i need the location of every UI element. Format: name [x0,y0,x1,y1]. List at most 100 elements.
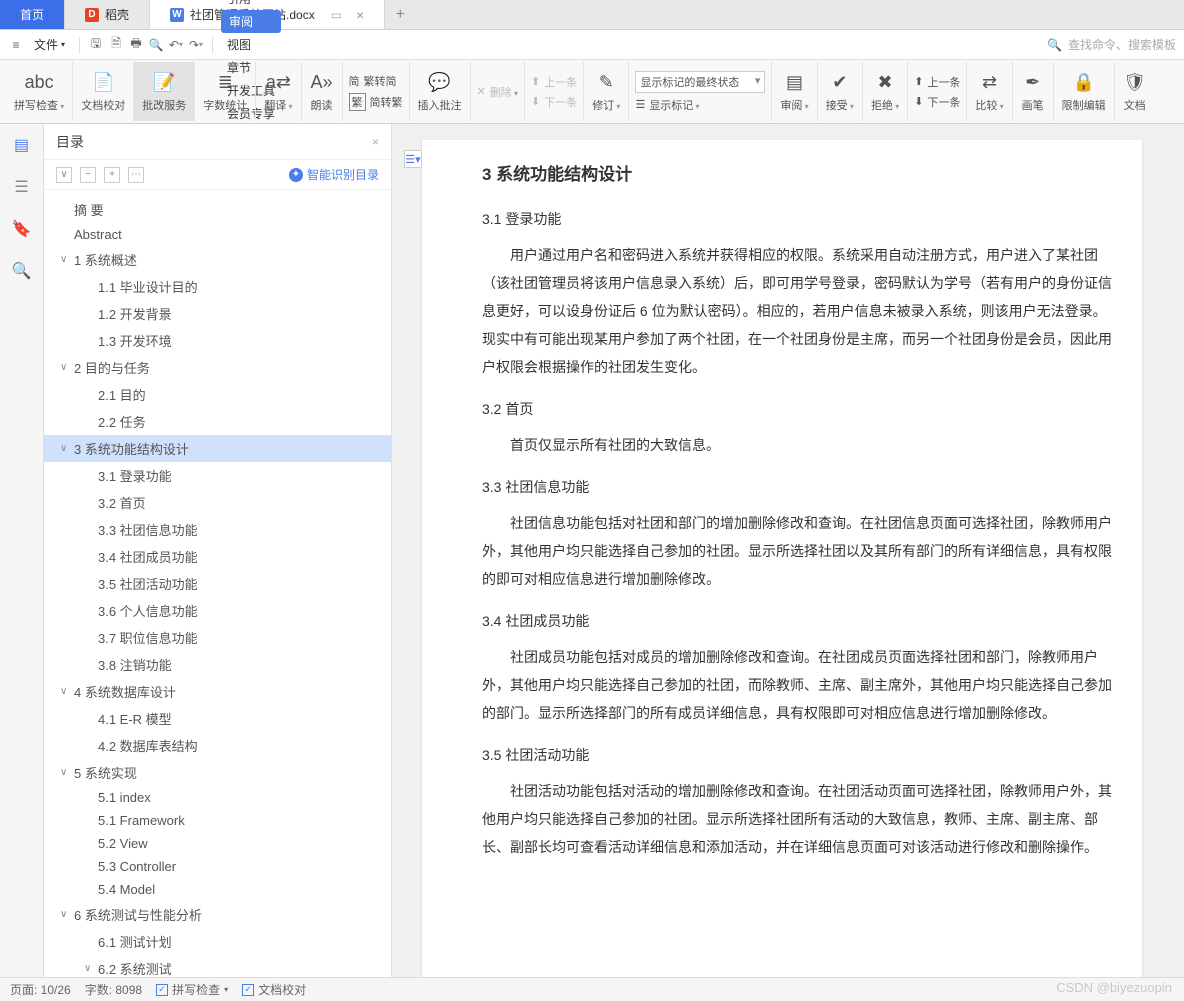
toc-close-icon[interactable]: × [372,135,379,149]
toc-item[interactable]: 3.1 登录功能 [44,462,391,489]
expand-all-icon[interactable]: − [80,167,96,183]
proof-icon: 📄 [91,71,115,95]
toc-item[interactable]: 6.1 测试计划 [44,928,391,955]
toc-item[interactable]: 4.2 数据库表结构 [44,732,391,759]
saveas-icon[interactable]: 🗎 [108,37,124,53]
toc-item[interactable]: 5.2 View [44,832,391,855]
menu-file[interactable]: 文件 ▾ [28,33,71,56]
menu-审阅[interactable]: 审阅 [221,10,281,33]
preview-icon[interactable]: 🔍 [148,37,164,53]
toc-item[interactable]: Abstract [44,223,391,246]
rb-show-marks[interactable]: ☰显示标记 [635,97,765,113]
toc-item[interactable]: 1.2 开发背景 [44,300,391,327]
toc-item[interactable]: 5.3 Controller [44,855,391,878]
rb-correction[interactable]: 📝批改服务 [134,62,195,121]
rb-reviewpane[interactable]: ▤审阅 [772,62,817,121]
redo-icon[interactable]: ↷ [188,37,204,53]
rb-track-state[interactable]: 显示标记的最终状态 [635,71,765,93]
search-icon[interactable]: 🔍 [1047,38,1062,52]
rb-fanjian-bot[interactable]: 繁简转繁 [349,93,403,111]
toc-item[interactable]: 3.6 个人信息功能 [44,597,391,624]
new-tab-button[interactable]: + [385,0,415,29]
toc-item[interactable]: 3.5 社团活动功能 [44,570,391,597]
toc-item[interactable]: 5.4 Model [44,878,391,901]
rb-revise[interactable]: ✎修订 [584,62,629,121]
rb-wordcount[interactable]: ≣字数统计 [195,62,256,121]
toc-item[interactable]: ∨6 系统测试与性能分析 [44,901,391,928]
chevron-down-icon: ∨ [60,767,74,778]
rb-translate[interactable]: a⇄翻译 [256,62,301,121]
toc-item[interactable]: 3.2 首页 [44,489,391,516]
undo-icon[interactable]: ↶ [168,37,184,53]
lock-icon: 🔒 [1072,71,1096,95]
rb-restrict[interactable]: 🔒限制编辑 [1054,62,1115,121]
rb-next2[interactable]: ⬇下一条 [914,94,960,110]
rb-docauth[interactable]: 🛡文档 [1115,62,1155,121]
toc-item[interactable]: 1.1 毕业设计目的 [44,273,391,300]
toc-item[interactable]: 5.1 Framework [44,809,391,832]
page-tool-icon[interactable]: ☰▾ [404,150,422,168]
paragraph: 首页仅显示所有社团的大致信息。 [482,431,1112,459]
collapse-all-icon[interactable]: ∨ [56,167,72,183]
smart-toc-button[interactable]: ✦ 智能识别目录 [289,166,379,183]
toc-item[interactable]: ∨5 系统实现 [44,759,391,786]
rb-accept[interactable]: ✔接受 [818,62,863,121]
toc-title: 目录 [56,132,84,152]
rb-reject[interactable]: ✖拒绝 [863,62,908,121]
toc-item[interactable]: ∨3 系统功能结构设计 [44,435,391,462]
document-viewport[interactable]: ☰▾ 3 系统功能结构设计 3.1 登录功能 用户通过用户名和密码进入系统并获得… [392,124,1184,977]
level-up-icon[interactable]: + [104,167,120,183]
check-icon: ✓ [156,984,168,996]
rb-docproof[interactable]: 📄文档校对 [73,62,134,121]
save-icon[interactable]: 🖫 [88,37,104,53]
bookmark-icon[interactable]: 🔖 [11,218,33,240]
more-icon[interactable]: ⋯ [128,167,144,183]
rb-compare[interactable]: ⇄比较 [967,62,1012,121]
nav-icon[interactable]: ☰ [11,176,33,198]
status-spellcheck[interactable]: ✓拼写检查 ▾ [156,981,228,998]
status-page[interactable]: 页面: 10/26 [10,981,71,998]
toc-item[interactable]: 2.2 任务 [44,408,391,435]
toc-item-label: 5.1 index [98,790,151,805]
rb-prev-annot[interactable]: ⬆上一条 [531,74,577,90]
close-icon[interactable]: × [356,7,364,23]
rb-spellcheck[interactable]: abc拼写检查 [6,62,73,121]
rb-read[interactable]: A»朗读 [302,62,343,121]
toc-item[interactable]: 5.1 index [44,786,391,809]
toc-item[interactable]: 3.4 社团成员功能 [44,543,391,570]
toc-item[interactable]: 摘 要 [44,196,391,223]
rb-next-annot[interactable]: ⬇下一条 [531,94,577,110]
menu-视图[interactable]: 视图 [221,33,281,56]
toc-item[interactable]: ∨1 系统概述 [44,246,391,273]
hamburger-icon[interactable]: ≡ [8,37,24,53]
ribbon: abc拼写检查 📄文档校对 📝批改服务 ≣字数统计 a⇄翻译 A»朗读 简繁转简… [0,60,1184,124]
tab-shell[interactable]: D稻壳 [65,0,150,29]
tab-window-icon[interactable]: ▭ [331,8,342,22]
toc-item-label: 5.1 Framework [98,813,185,828]
toc-tree[interactable]: 摘 要Abstract∨1 系统概述1.1 毕业设计目的1.2 开发背景1.3 … [44,190,391,977]
toc-item[interactable]: 1.3 开发环境 [44,327,391,354]
menu-引用[interactable]: 引用 [221,0,281,10]
rb-pen[interactable]: ✒画笔 [1013,62,1054,121]
status-words[interactable]: 字数: 8098 [85,981,142,998]
tab-home[interactable]: 首页 [0,0,65,29]
rb-prev2[interactable]: ⬆上一条 [914,74,960,90]
toc-item[interactable]: 3.3 社团信息功能 [44,516,391,543]
toc-item[interactable]: ∨6.2 系统测试 [44,955,391,977]
toc-item[interactable]: 4.1 E-R 模型 [44,705,391,732]
toc-item[interactable]: 2.1 目的 [44,381,391,408]
toc-item[interactable]: ∨4 系统数据库设计 [44,678,391,705]
search-input[interactable]: 查找命令、搜索模板 [1068,36,1176,53]
rb-fanjian-top[interactable]: 简繁转简 [349,73,403,89]
rb-insert-annot[interactable]: 💬插入批注 [410,62,471,121]
status-docproof[interactable]: ✓文档校对 [242,981,306,998]
toc-item[interactable]: 3.7 职位信息功能 [44,624,391,651]
search-side-icon[interactable]: 🔍 [11,260,33,282]
correction-icon: 📝 [152,71,176,95]
print-icon[interactable]: 🖶 [128,37,144,53]
toc-icon[interactable]: ▤ [11,134,33,156]
rb-delete[interactable]: ✕删除 [477,84,518,100]
toc-item-label: 6.2 系统测试 [98,959,172,977]
toc-item[interactable]: 3.8 注销功能 [44,651,391,678]
toc-item[interactable]: ∨2 目的与任务 [44,354,391,381]
